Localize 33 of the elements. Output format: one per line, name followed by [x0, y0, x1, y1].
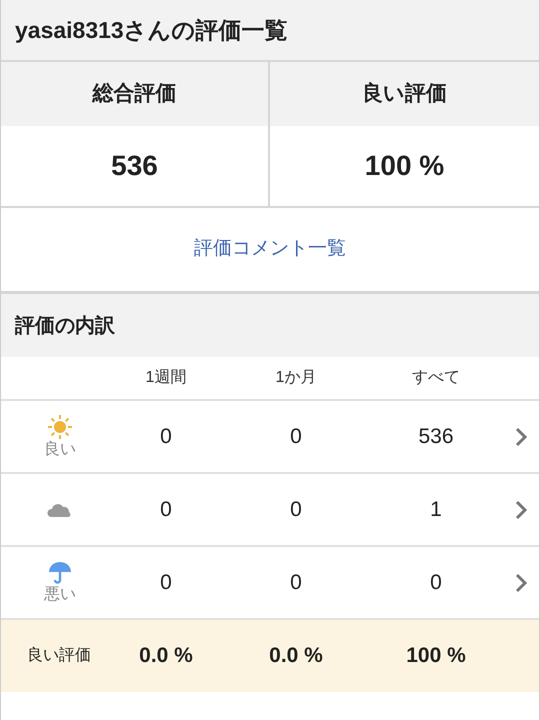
rate-cell-text: 0.0 % [269, 643, 323, 670]
chevron-icon [515, 572, 527, 592]
chevron-icon [515, 426, 527, 446]
rate-label: 良い評価 [26, 646, 91, 666]
count-cell-text: 0 [290, 424, 302, 450]
count-cell-text: 0 [290, 496, 302, 523]
rate-cell-text: 0.0 % [139, 643, 193, 670]
summary-value: 100 % [364, 149, 444, 183]
page-title: yasai8313さんの評価一覧 [15, 16, 288, 45]
umbrella-icon [48, 561, 72, 585]
rating-row[interactable]: 良い 0 0 536 [1, 401, 539, 474]
rating-label: 悪い [44, 586, 76, 604]
count-cell-text: 0 [160, 424, 172, 450]
comments-link[interactable]: 評価コメント一覧 [194, 235, 346, 264]
summary-value: 536 [111, 149, 158, 183]
section-title: 評価の内訳 [15, 314, 115, 338]
summary-label: 総合評価 [92, 81, 176, 108]
cloud-icon [47, 502, 73, 518]
rating-label: 良い [44, 441, 76, 459]
count-cell-text: 0 [160, 496, 172, 523]
count-cell-text: 0 [430, 570, 442, 596]
column-header: 1か月 [276, 368, 316, 388]
column-header: 1週間 [146, 368, 186, 388]
count-cell-text: 536 [418, 424, 454, 450]
column-header: すべて [412, 368, 460, 388]
count-cell-text: 1 [430, 496, 442, 523]
sun-icon [47, 414, 73, 440]
count-cell-text: 0 [160, 570, 172, 596]
rate-cell-text: 100 % [406, 643, 466, 670]
rating-row[interactable]: 0 0 1 [1, 474, 539, 547]
chevron-icon [515, 500, 527, 520]
count-cell-text: 0 [290, 570, 302, 596]
summary-label: 良い評価 [362, 80, 447, 108]
